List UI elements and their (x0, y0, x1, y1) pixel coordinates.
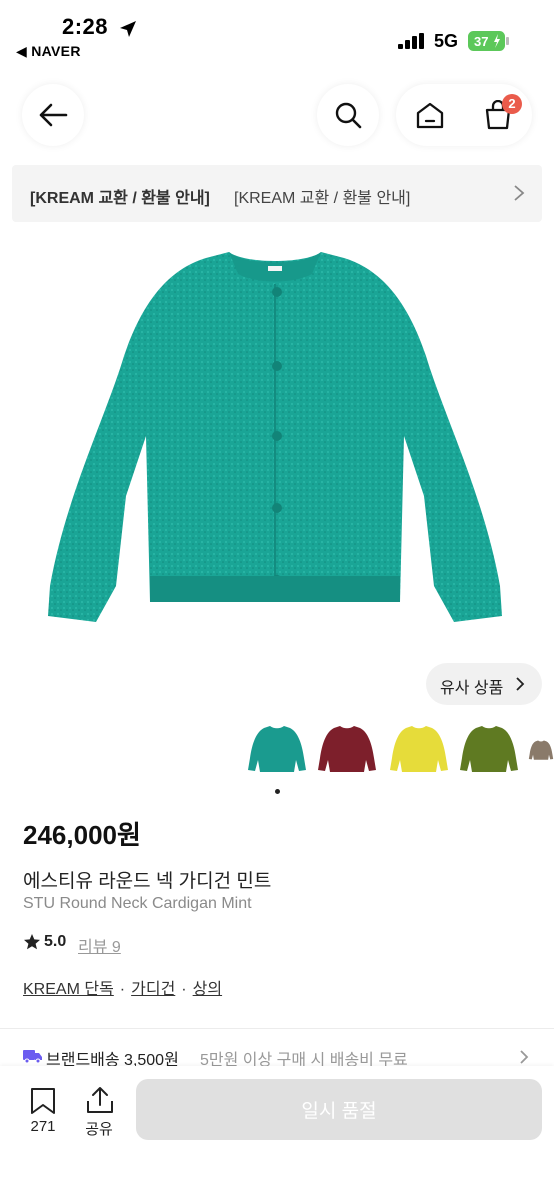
battery-icon: 37 (468, 31, 509, 51)
gallery-page-indicator (275, 789, 280, 794)
product-thumbnail[interactable] (316, 720, 378, 782)
back-button[interactable] (22, 84, 84, 146)
product-image[interactable] (44, 246, 506, 632)
similar-products-label: 유사 상품 (440, 680, 504, 697)
truck-icon (23, 1050, 42, 1064)
rating-value: 5.0 (44, 933, 67, 950)
arrow-left-icon (39, 103, 68, 127)
share-icon[interactable] (86, 1085, 114, 1115)
review-link[interactable]: 리뷰 9 (78, 933, 121, 957)
back-to-app-link[interactable]: ◀ NAVER (16, 43, 81, 60)
home-icon[interactable] (415, 101, 445, 129)
tag-kream-exclusive[interactable]: KREAM 단독 (23, 981, 114, 998)
product-thumbnail[interactable] (388, 720, 450, 782)
product-price: 246,000원 (23, 820, 141, 850)
bookmark-icon[interactable] (30, 1087, 56, 1115)
status-time: 2:28 (62, 14, 109, 39)
network-label: 5G (434, 31, 459, 51)
signal-icon (398, 33, 424, 49)
location-arrow-icon (120, 21, 136, 37)
category-tags: KREAM 단독 · 가디건 · 상의 (23, 975, 222, 999)
product-name-english: STU Round Neck Cardigan Mint (23, 895, 252, 912)
star-icon (24, 934, 40, 950)
tag-top[interactable]: 상의 (193, 981, 222, 998)
tag-cardigan[interactable]: 가디건 (131, 981, 175, 998)
chevron-right-icon (514, 185, 525, 201)
chevron-right-icon[interactable] (518, 1049, 530, 1065)
sold-out-button[interactable]: 일시 품절 (136, 1079, 542, 1140)
bookmark-count: 271 (30, 1118, 56, 1135)
product-thumbnail[interactable] (246, 720, 308, 782)
cart-count-badge: 2 (502, 94, 522, 114)
search-icon (335, 102, 362, 129)
notice-text: [KREAM 교환 / 환불 안내] (234, 190, 411, 207)
search-button[interactable] (317, 84, 379, 146)
svg-text:37: 37 (474, 34, 488, 49)
product-thumbnail[interactable] (528, 720, 554, 782)
tag-separator: · (181, 981, 187, 998)
product-thumbnail[interactable] (458, 720, 520, 782)
chevron-right-icon (516, 677, 525, 691)
notice-tag: [KREAM 교환 / 환불 안내] (30, 190, 210, 207)
share-label: 공유 (85, 1121, 113, 1138)
product-name-korean: 에스티유 라운드 넥 가디건 민트 (23, 871, 272, 892)
divider (0, 1028, 554, 1029)
tag-separator: · (119, 981, 126, 998)
